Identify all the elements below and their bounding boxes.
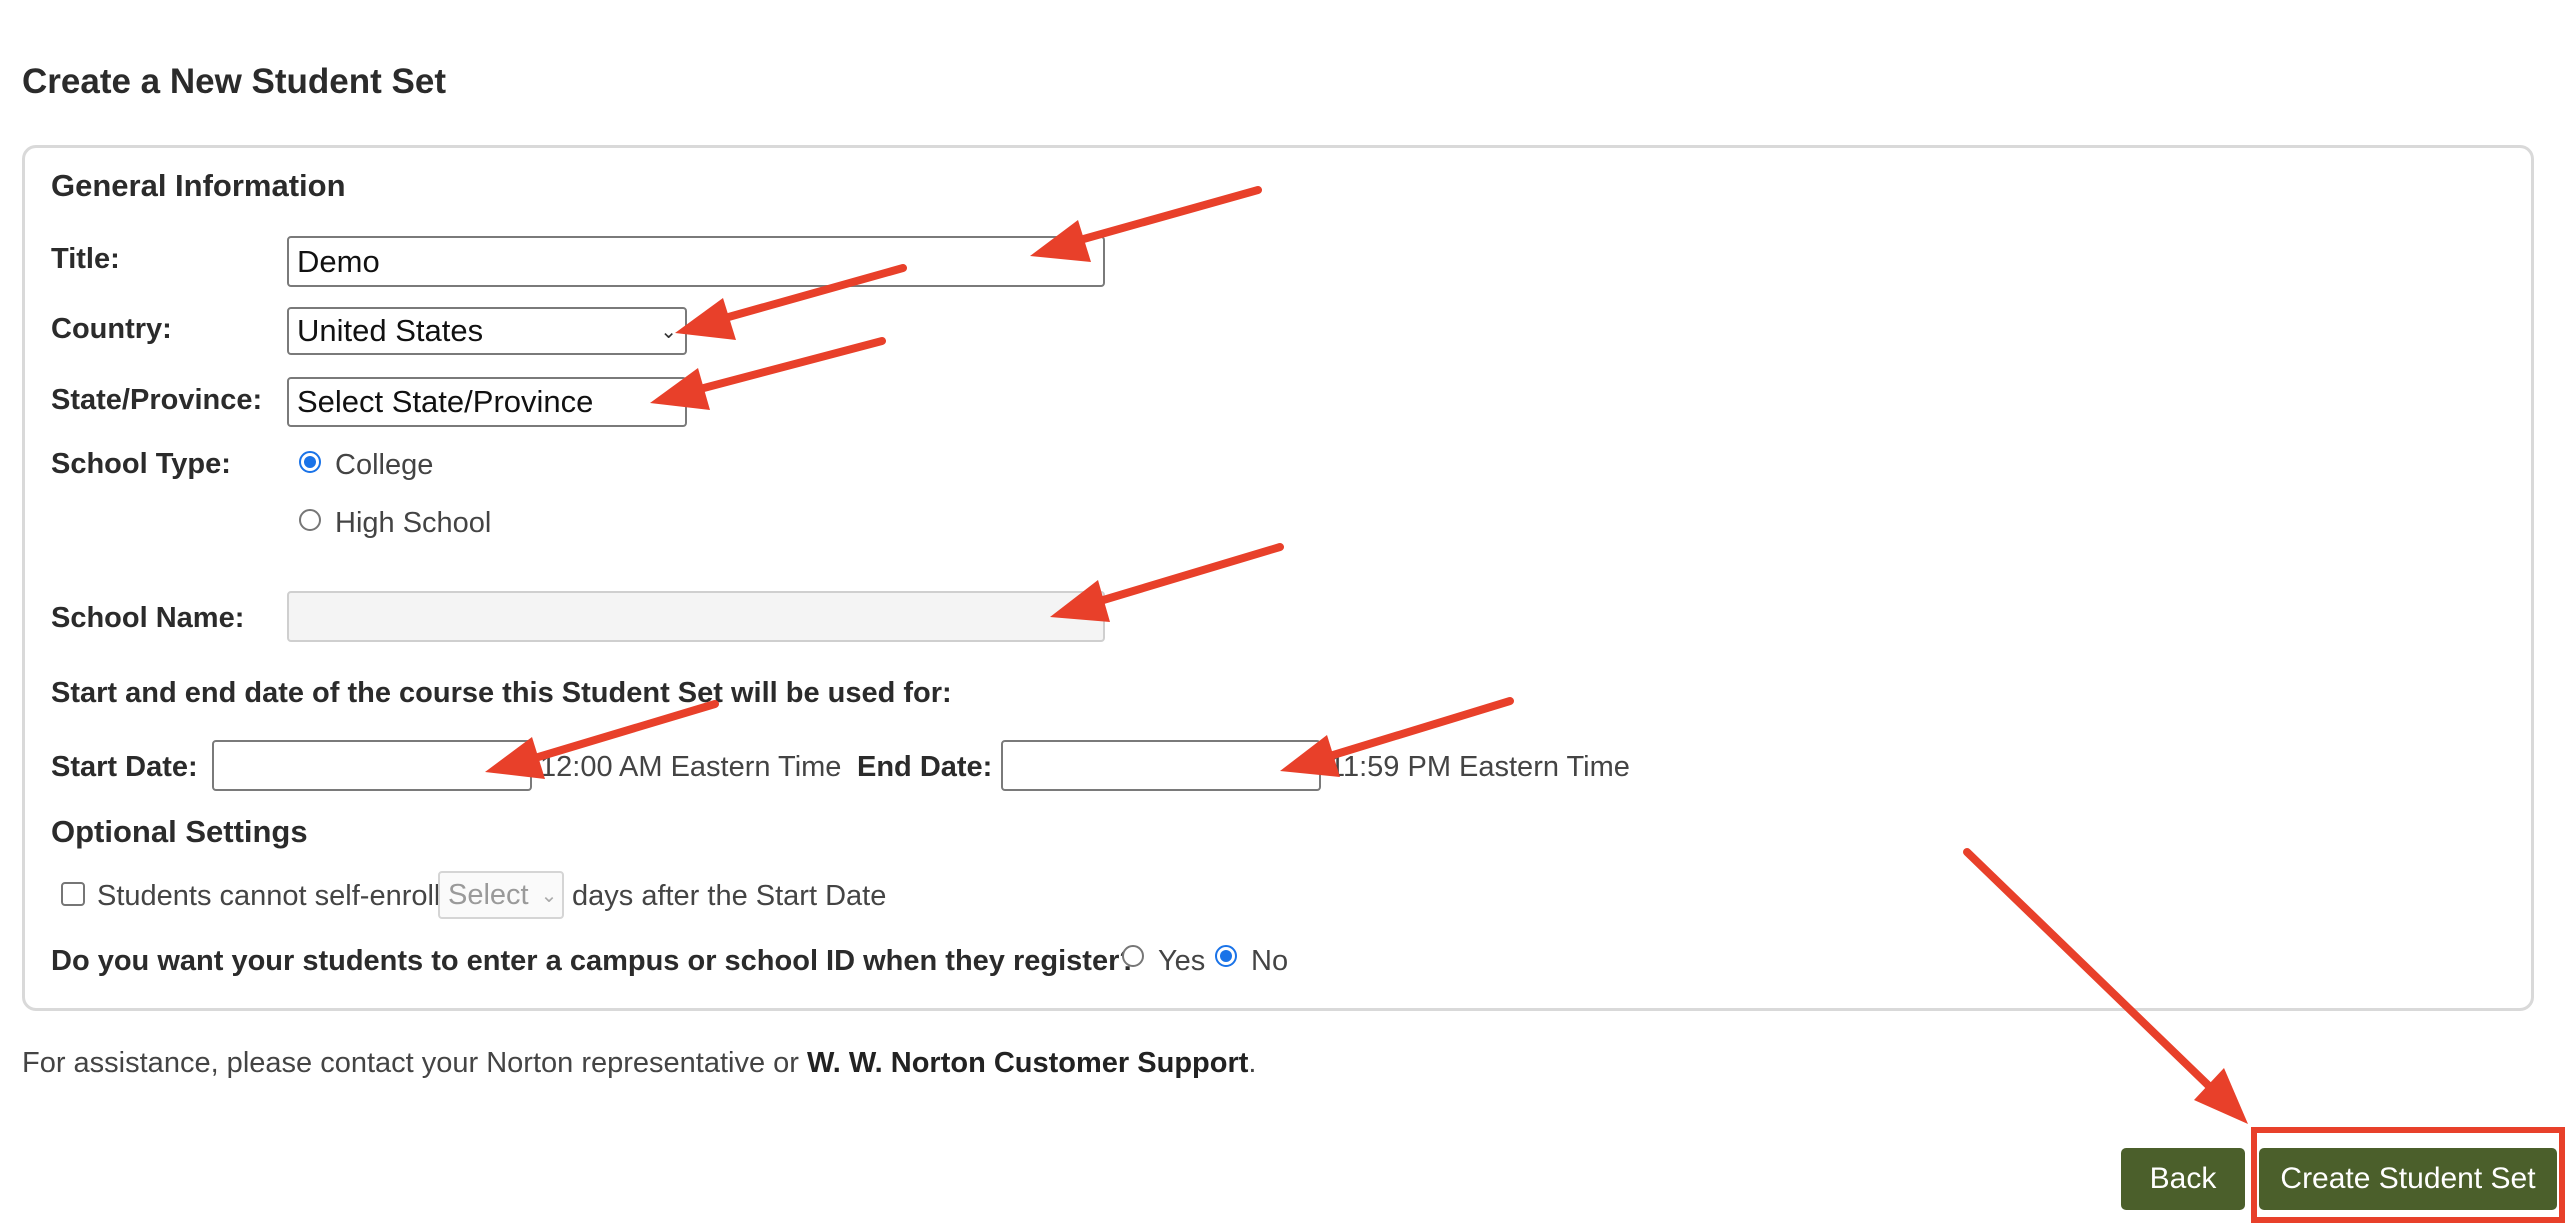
- country-label: Country:: [51, 313, 172, 345]
- self-enroll-checkbox[interactable]: [61, 882, 85, 906]
- school-name-label: School Name:: [51, 602, 245, 634]
- dates-prompt: Start and end date of the course this St…: [51, 677, 952, 709]
- start-date-input[interactable]: [212, 740, 532, 791]
- school-type-label: School Type:: [51, 448, 231, 480]
- back-button[interactable]: Back: [2121, 1148, 2245, 1210]
- title-input[interactable]: Demo: [287, 236, 1105, 287]
- radio-campus-id-yes-label: Yes: [1158, 945, 1206, 977]
- optional-settings-heading: Optional Settings: [51, 814, 308, 849]
- assistance-suffix: .: [1248, 1047, 1257, 1079]
- title-label: Title:: [51, 243, 120, 275]
- country-select-value: United States: [297, 313, 484, 348]
- assistance-note: For assistance, please contact your Nort…: [22, 1047, 1256, 1080]
- start-date-label: Start Date:: [51, 751, 198, 783]
- radio-high-school-label: High School: [335, 507, 492, 539]
- radio-campus-id-no-label: No: [1251, 945, 1289, 977]
- campus-id-question: Do you want your students to enter a cam…: [51, 945, 1138, 977]
- radio-college[interactable]: [299, 451, 321, 473]
- general-information-panel: General Information Title: Demo Country:…: [22, 145, 2534, 1011]
- days-select-value: Select: [448, 878, 529, 911]
- annotation-highlight-box: [2251, 1127, 2565, 1223]
- radio-campus-id-yes[interactable]: [1122, 945, 1144, 967]
- state-province-select-value: Select State/Province: [297, 384, 594, 419]
- radio-campus-id-no[interactable]: [1215, 945, 1237, 967]
- assistance-prefix: For assistance, please contact your Nort…: [22, 1047, 807, 1079]
- radio-college-label: College: [335, 449, 434, 481]
- days-suffix: days after the Start Date: [572, 880, 887, 912]
- start-time-text: 12:00 AM Eastern Time: [540, 751, 842, 783]
- end-time-text: 11:59 PM Eastern Time: [1329, 751, 1630, 783]
- end-date-label: End Date:: [857, 751, 993, 783]
- end-date-input[interactable]: [1001, 740, 1321, 791]
- title-input-value: Demo: [297, 243, 380, 279]
- country-select[interactable]: United States ⌄: [287, 307, 687, 355]
- days-select[interactable]: Select ⌄: [438, 871, 564, 919]
- chevron-down-icon: ⌄: [660, 320, 677, 343]
- chevron-down-icon: ⌄: [540, 884, 558, 907]
- page-title: Create a New Student Set: [22, 62, 446, 101]
- customer-support-link[interactable]: W. W. Norton Customer Support: [807, 1047, 1248, 1079]
- general-information-heading: General Information: [51, 168, 346, 203]
- state-province-label: State/Province:: [51, 384, 263, 416]
- state-province-select[interactable]: Select State/Province: [287, 377, 687, 427]
- self-enroll-label: Students cannot self-enroll: [97, 880, 441, 912]
- school-name-input[interactable]: [287, 591, 1105, 642]
- radio-high-school[interactable]: [299, 509, 321, 531]
